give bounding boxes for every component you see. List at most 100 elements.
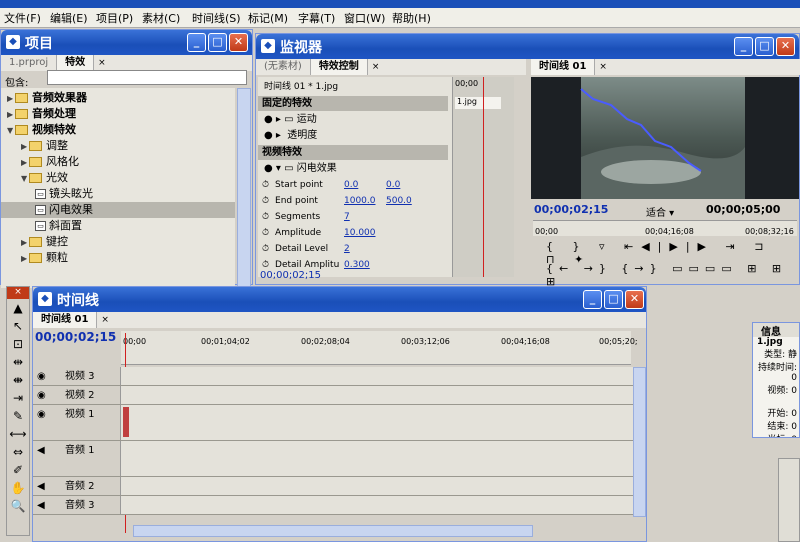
param-value-1[interactable]: 0.0 <box>344 177 358 193</box>
tools-close-icon[interactable]: × <box>7 287 29 299</box>
menu-item-0[interactable]: 文件(F) <box>4 10 41 26</box>
speaker-icon[interactable]: ◀ <box>37 477 45 496</box>
minimize-button[interactable]: _ <box>187 33 206 52</box>
chevron-down-icon[interactable]: ▼ <box>21 171 29 187</box>
fit-dropdown[interactable]: 适合 ▾ <box>646 204 674 219</box>
project-scrollbar[interactable] <box>237 88 251 288</box>
track-audio[interactable]: ◀ 音频 2 <box>33 477 633 496</box>
menu-item-5[interactable]: 标记(M) <box>248 10 288 26</box>
menu-item-6[interactable]: 字幕(T) <box>298 10 335 26</box>
tree-item[interactable]: ▶ 键控 <box>1 234 235 250</box>
tab-effect-controls[interactable]: 特效控制 <box>310 59 368 75</box>
timeline-vscroll[interactable] <box>633 367 646 517</box>
track-video[interactable]: ◉ 视频 3 <box>33 367 633 386</box>
tree-item[interactable]: ▶ 风格化 <box>1 154 235 170</box>
param-row[interactable]: ⏱ Start point 0.0 0.0 <box>262 177 452 193</box>
clip[interactable] <box>123 407 129 437</box>
menu-item-4[interactable]: 时间线(S) <box>192 10 241 26</box>
tree-item[interactable]: ▶ 音频效果器 <box>1 90 235 106</box>
program-timecode[interactable]: 00;00;02;15 <box>534 203 608 216</box>
speaker-icon[interactable]: ◀ <box>37 496 45 515</box>
stopwatch-icon[interactable]: ⏱ <box>262 180 269 190</box>
stopwatch-icon[interactable]: ⏱ <box>262 212 269 222</box>
tree-item[interactable]: ▶ 颗粒 <box>1 250 235 266</box>
tree-item[interactable]: ▼ 视频特效 <box>1 122 235 138</box>
stopwatch-icon[interactable]: ⏱ <box>262 196 269 206</box>
menu-item-7[interactable]: 窗口(W) <box>344 10 385 26</box>
param-value-2[interactable]: 500.0 <box>386 193 412 209</box>
chevron-right-icon[interactable]: ▶ <box>21 155 29 171</box>
tool-icons[interactable]: ▲ ↖ ⊡ ⇹ ⇼ ⇥ ✎ ⟷ ⇔ ✐ ✋ 🔍 <box>7 299 29 515</box>
maximize-button[interactable]: □ <box>755 37 774 56</box>
tab-close-icon[interactable]: × <box>599 59 607 75</box>
tree-item[interactable]: ▭ 镜头眩光 <box>1 186 235 202</box>
param-row[interactable]: ⏱ Segments 7 <box>262 209 452 225</box>
tree-item[interactable]: ▼ 光效 <box>1 170 235 186</box>
chevron-right-icon[interactable]: ▶ <box>21 139 29 155</box>
param-value-1[interactable]: 2 <box>344 241 350 257</box>
tab-effects[interactable]: 特效 <box>57 55 95 71</box>
transport-controls-row2[interactable]: {← →} {→} ▭▭▭▭ ⊞ ⊞ ⊞ <box>546 262 799 288</box>
maximize-button[interactable]: □ <box>604 290 623 309</box>
param-row[interactable]: ⏱ Detail Level 2 <box>262 241 452 257</box>
search-input[interactable] <box>47 70 247 85</box>
tab-close-icon[interactable]: × <box>101 312 109 328</box>
minimize-button[interactable]: _ <box>583 290 602 309</box>
tab-project-file[interactable]: 1.prproj <box>1 55 58 71</box>
track-video[interactable]: ◉ 视频 2 <box>33 386 633 405</box>
program-ruler[interactable]: 00;00 00;04;16;08 00;08;32;16 <box>533 220 797 236</box>
param-value-1[interactable]: 7 <box>344 209 350 225</box>
speaker-icon[interactable]: ◀ <box>37 441 45 460</box>
opacity-row[interactable]: ● ▸ 透明度 <box>264 128 317 144</box>
track-video[interactable]: ◉ 视频 1 <box>33 405 633 441</box>
stopwatch-icon[interactable]: ⏱ <box>262 228 269 238</box>
tree-item[interactable]: ▶ 音频处理 <box>1 106 235 122</box>
tree-item[interactable]: ▭ 斜面置 <box>1 218 235 234</box>
minimize-button[interactable]: _ <box>734 37 753 56</box>
menu-item-1[interactable]: 编辑(E) <box>50 10 88 26</box>
track-audio[interactable]: ◀ 音频 1 <box>33 441 633 477</box>
tree-item[interactable]: ▶ 调整 <box>1 138 235 154</box>
close-button[interactable]: ✕ <box>229 33 248 52</box>
param-value-2[interactable]: 0.0 <box>386 177 400 193</box>
menu-item-8[interactable]: 帮助(H) <box>392 10 431 26</box>
chevron-down-icon[interactable]: ▼ <box>7 123 15 139</box>
tab-close-icon[interactable]: × <box>372 59 380 75</box>
eye-icon[interactable]: ◉ <box>37 386 46 405</box>
ruler-label: 00;05;20; <box>599 337 638 346</box>
param-value-1[interactable]: 1000.0 <box>344 193 376 209</box>
motion-row[interactable]: ● ▸ ▭ 运动 <box>264 112 317 128</box>
chevron-right-icon[interactable]: ▶ <box>21 251 29 267</box>
stopwatch-icon[interactable]: ⏱ <box>262 244 269 254</box>
track-audio[interactable]: ◀ 音频 3 <box>33 496 633 515</box>
effect-timecode[interactable]: 00;00;02;15 <box>260 270 321 281</box>
timeline-ruler[interactable]: 00;00 00;01;04;02 00;02;08;04 00;03;12;06 00… <box>121 331 638 365</box>
param-row[interactable]: ⏱ Amplitude 10.000 <box>262 225 452 241</box>
eye-icon[interactable]: ◉ <box>37 367 46 386</box>
tab-close-icon[interactable]: × <box>98 55 106 71</box>
chevron-right-icon[interactable]: ▶ <box>7 91 15 107</box>
param-value-1[interactable]: 10.000 <box>344 225 376 241</box>
tree-item[interactable]: ▭ 闪电效果 <box>1 202 235 218</box>
stopwatch-icon[interactable]: ⏱ <box>262 260 269 270</box>
param-value-1[interactable]: 0.300 <box>344 257 370 273</box>
effect-timeline[interactable]: 00;00 1.jpg <box>452 77 514 277</box>
program-viewer[interactable] <box>531 77 799 199</box>
maximize-button[interactable]: □ <box>208 33 227 52</box>
timeline-timecode[interactable]: 00;00;02;15 <box>35 330 116 344</box>
tab-program[interactable]: 时间线 01 <box>531 59 596 75</box>
eye-icon[interactable]: ◉ <box>37 405 46 424</box>
param-row[interactable]: ⏱ End point 1000.0 500.0 <box>262 193 452 209</box>
chevron-right-icon[interactable]: ▶ <box>21 235 29 251</box>
playhead[interactable] <box>483 77 484 277</box>
tab-sequence[interactable]: 时间线 01 <box>33 312 98 328</box>
chevron-right-icon[interactable]: ▶ <box>7 107 15 123</box>
lightning-effect-row[interactable]: ● ▾ ▭ 闪电效果 <box>264 161 337 177</box>
close-button[interactable]: ✕ <box>625 290 644 309</box>
close-button[interactable]: ✕ <box>776 37 795 56</box>
menu-item-3[interactable]: 素材(C) <box>142 10 180 26</box>
tab-source[interactable]: (无素材) <box>256 59 311 75</box>
timeline-hscroll[interactable] <box>133 525 533 537</box>
clip-bar[interactable]: 1.jpg <box>455 97 501 109</box>
menu-item-2[interactable]: 项目(P) <box>96 10 133 26</box>
